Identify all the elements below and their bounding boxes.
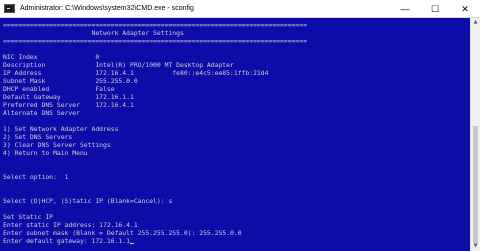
console-prompt-line[interactable]: Enter default gateway: 172.16.1.1 [3, 237, 134, 245]
scroll-down-arrow-icon[interactable]: ▼ [471, 242, 480, 251]
console-line: Alternate DNS Server [3, 109, 80, 117]
minimize-button[interactable]: — [390, 0, 420, 18]
console-line: Select option: 1 [3, 173, 69, 181]
vertical-scrollbar[interactable]: ▲ ▼ [470, 18, 480, 251]
console-line: Subnet Mask 255.255.0.0 [3, 77, 138, 85]
console-line: DHCP enabled False [3, 85, 115, 93]
title-bar[interactable]: Administrator: C:\Windows\system32\CMD.e… [0, 0, 480, 18]
console-line: 3) Clear DNS Server Settings [3, 141, 111, 149]
console-line: Enter subnet mask (Blank = Default 255.2… [3, 229, 242, 237]
console-line: Preferred DNS Server 172.16.4.1 [3, 101, 134, 109]
console-line: 1) Set Network Adapter Address [3, 125, 119, 133]
console-line: Enter default gateway: 172.16.1.1 [3, 237, 130, 245]
console-line: Enter static IP address: 172.16.4.1 [3, 221, 138, 229]
console-line: Default Gateway 172.16.1.1 [3, 93, 134, 101]
window-title: Administrator: C:\Windows\system32\CMD.e… [20, 5, 194, 12]
console-line: ========================================… [3, 37, 307, 45]
console-line: Select (D)HCP, (S)tatic IP (Blank=Cancel… [3, 197, 173, 205]
console-line: Network Adapter Settings [3, 29, 184, 37]
console-window: Administrator: C:\Windows\system32\CMD.e… [0, 0, 480, 251]
text-cursor [129, 243, 134, 244]
maximize-button[interactable]: ☐ [420, 0, 450, 18]
console-line: IP Address 172.16.4.1 fe80::e4c5:ee85:1f… [3, 69, 269, 77]
cmd-icon [4, 4, 15, 13]
console-line: 2) Set DNS Servers [3, 133, 73, 141]
scroll-up-arrow-icon[interactable]: ▲ [471, 18, 480, 27]
console-line: ========================================… [3, 21, 307, 29]
console-line: 4) Return to Main Menu [3, 149, 88, 157]
console-line: NIC Index 0 [3, 53, 100, 61]
console-line: Set Static IP [3, 213, 54, 221]
close-button[interactable]: ✕ [450, 0, 480, 18]
console-line: Description Intel(R) PRO/1000 MT Desktop… [3, 61, 234, 69]
scroll-thumb[interactable] [473, 126, 478, 244]
console-output[interactable]: ========================================… [0, 18, 470, 251]
